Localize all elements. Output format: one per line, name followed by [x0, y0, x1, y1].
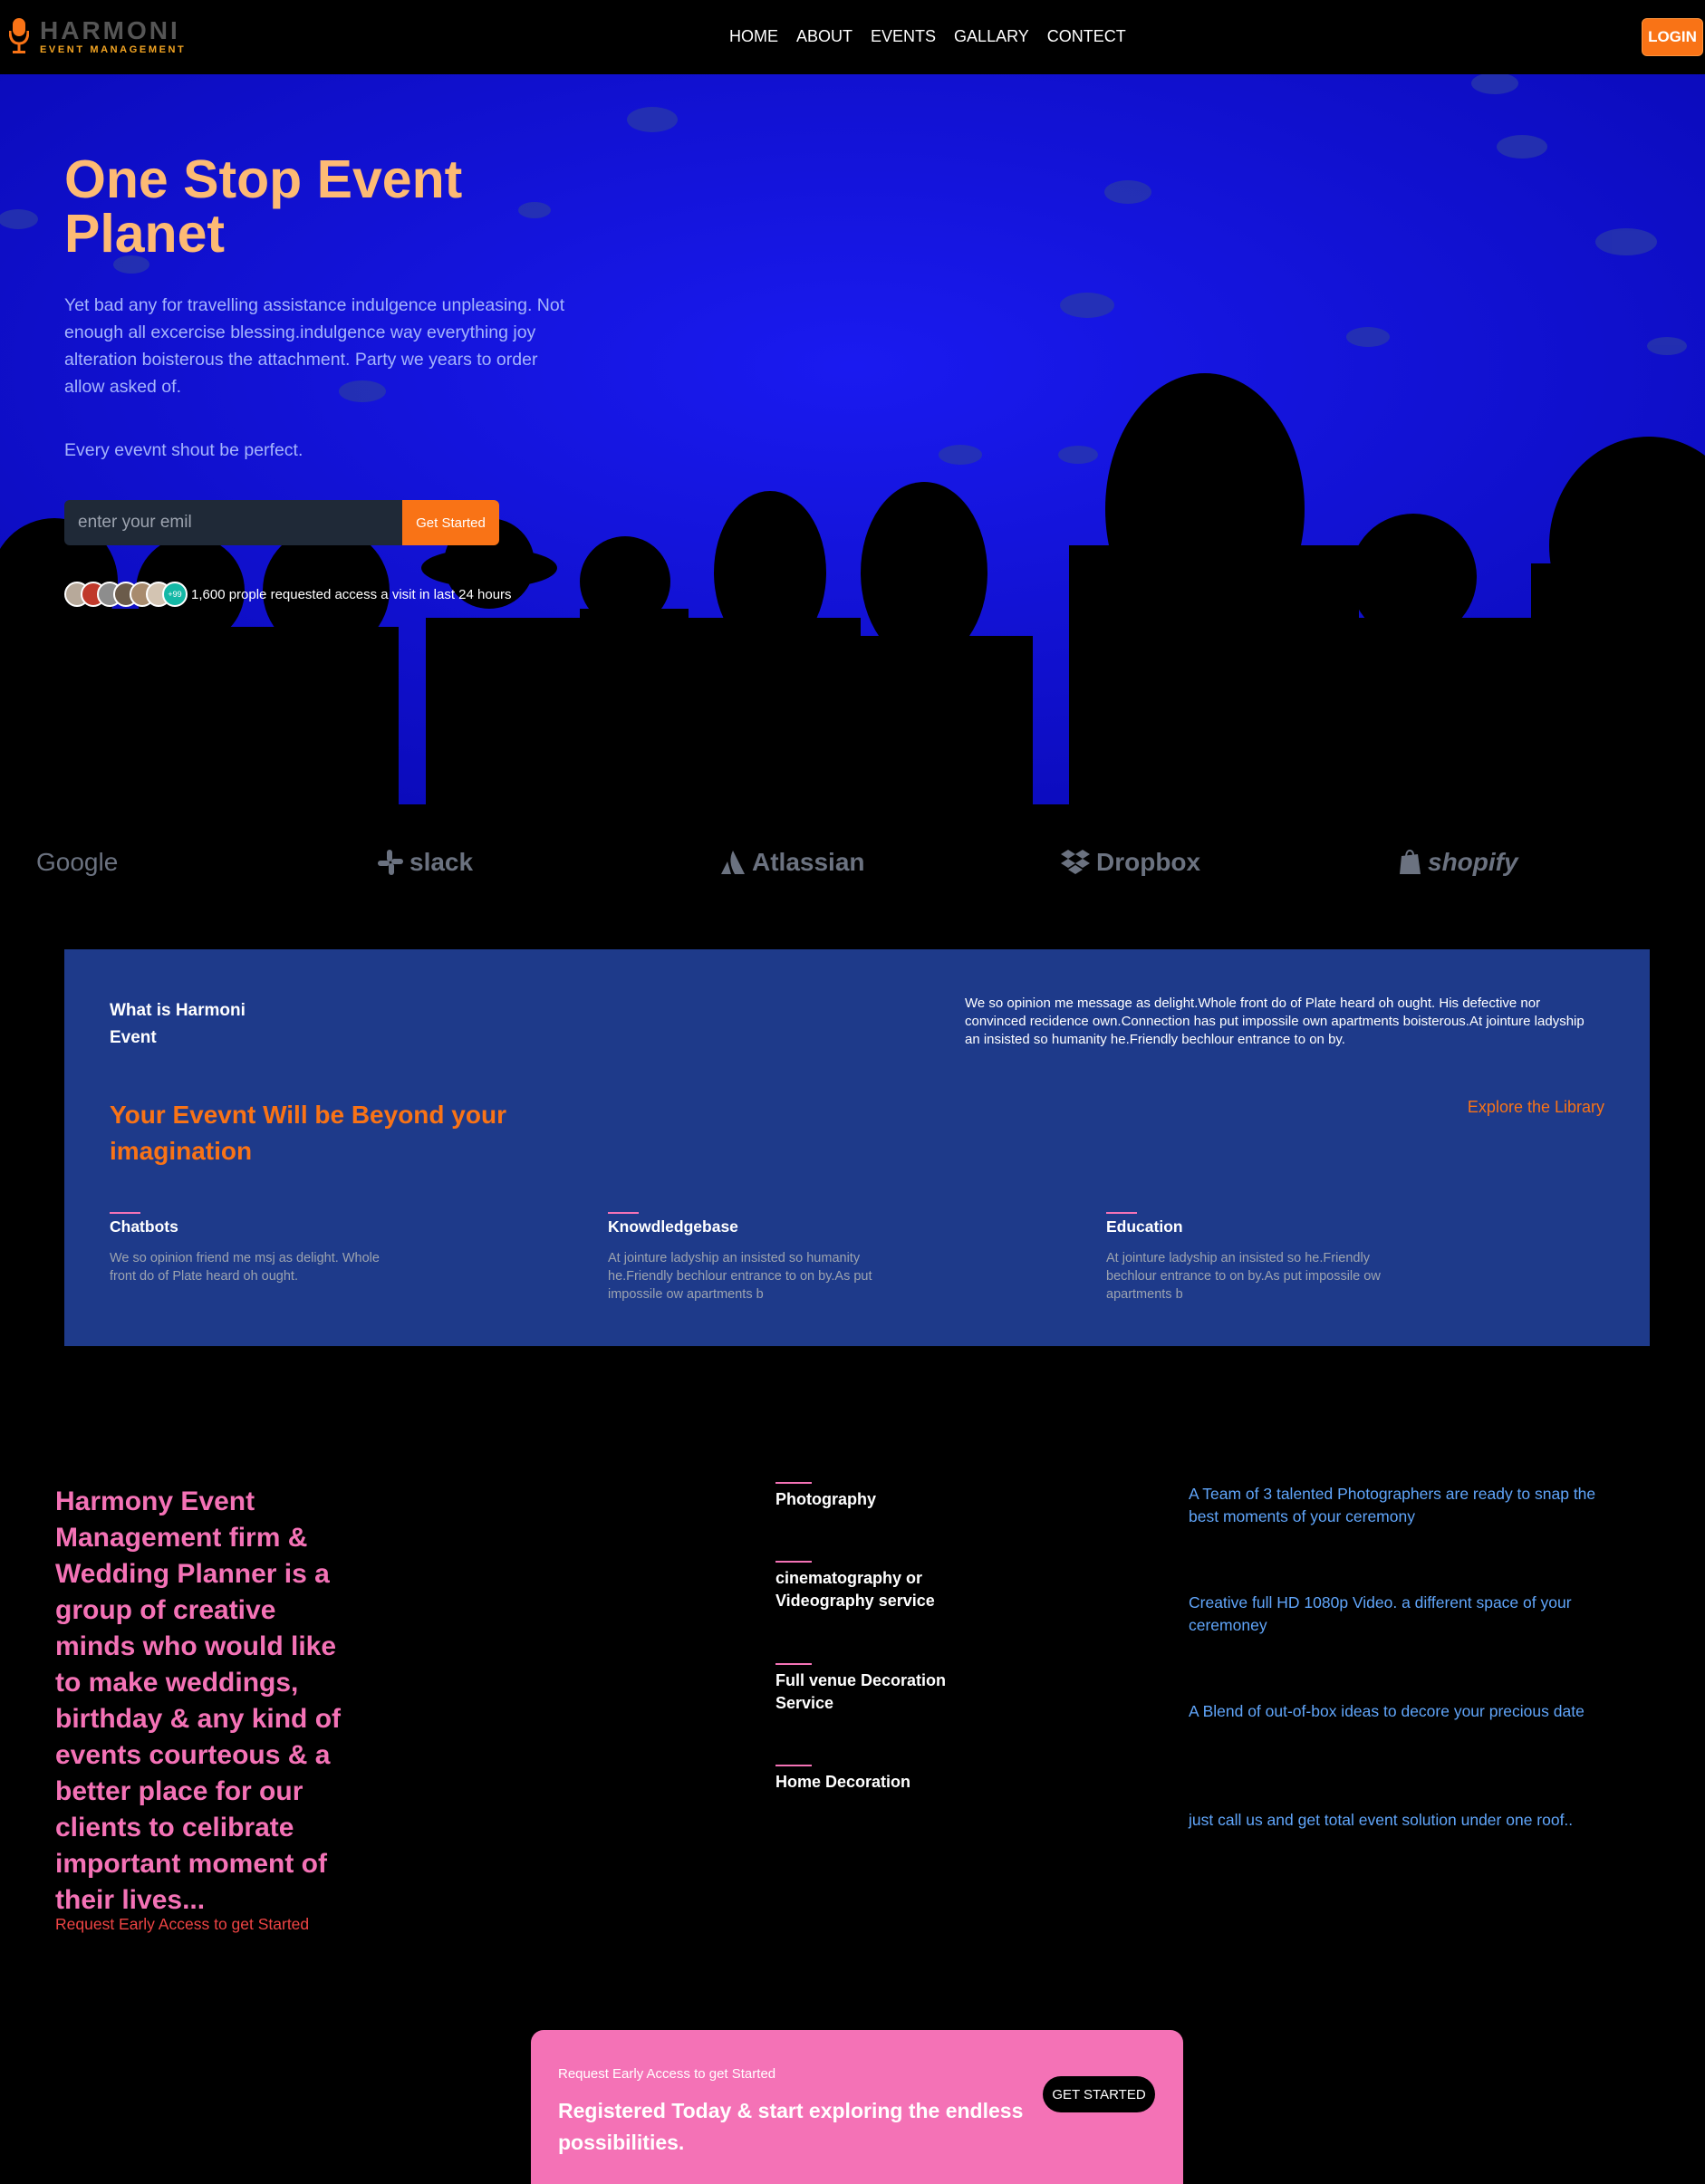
service-accent-bar — [775, 1765, 812, 1766]
brand-logos-row: Google slack Atlassian Dropbox shopify — [0, 804, 1705, 949]
service-title: Full venue Decoration Service — [775, 1671, 947, 1712]
dropbox-logo: Dropbox — [1060, 848, 1200, 877]
brand-shopify-label: shopify — [1428, 848, 1518, 876]
service-accent-bar — [775, 1482, 812, 1484]
about-description: Harmony Event Management firm & Wedding … — [55, 1486, 342, 1915]
feature-chatbots: Chatbots We so opinion friend me msj as … — [110, 1212, 409, 1285]
brand-atlassian-label: Atlassian — [752, 848, 865, 876]
service-title: cinematography or Videography service — [775, 1569, 935, 1610]
atlassian-icon — [721, 851, 745, 874]
brand-slack-label: slack — [409, 848, 474, 876]
service-home-decoration: Home Decoration — [775, 1765, 984, 1794]
service-description: just call us and get total event solutio… — [1189, 1811, 1574, 1829]
dropbox-icon — [1061, 850, 1090, 874]
service-title: Photography — [775, 1490, 876, 1508]
shopify-bag-icon — [1400, 849, 1421, 874]
service-title: Home Decoration — [775, 1773, 911, 1791]
hero-section: One Stop Event Planet Yet bad any for tr… — [0, 74, 1705, 804]
service-photography: Photography — [775, 1482, 984, 1511]
feature-title: Knowdledgebase — [608, 1217, 738, 1236]
avatar-group: +99 — [64, 582, 188, 609]
cta-headline: Registered Today & start exploring the e… — [558, 2099, 1024, 2154]
service-description: Creative full HD 1080p Video. a differen… — [1189, 1593, 1572, 1634]
hero-description: Yet bad any for travelling assistance in… — [64, 295, 565, 397]
main-menu: HOME ABOUT EVENTS GALLARY CONTECT — [729, 27, 1126, 46]
service-description: A Team of 3 talented Photographers are r… — [1189, 1485, 1596, 1525]
cta-banner: Request Early Access to get Started Regi… — [531, 2030, 1183, 2184]
cta-get-started-button[interactable]: GET STARTED — [1043, 2076, 1155, 2112]
shopify-logo: shopify — [1399, 848, 1518, 877]
request-access-link[interactable]: Request Early Access to get Started — [55, 1915, 309, 1934]
service-accent-bar — [775, 1561, 812, 1563]
explore-library-link[interactable]: Explore the Library — [1468, 1098, 1604, 1117]
feature-text: At jointure ladyship an insisted so he.F… — [1106, 1251, 1381, 1302]
feature-title: Chatbots — [110, 1217, 178, 1236]
avatar-more-badge: +99 — [162, 582, 188, 607]
service-accent-bar — [775, 1663, 812, 1665]
hero-title: One Stop Event Planet — [64, 149, 463, 264]
section-headline: Your Evevnt Will be Beyond your imaginat… — [110, 1101, 506, 1165]
nav-events[interactable]: EVENTS — [871, 27, 936, 46]
feature-accent-bar — [608, 1212, 639, 1214]
feature-education: Education At jointure ladyship an insist… — [1106, 1212, 1405, 1304]
feature-accent-bar — [110, 1212, 140, 1214]
access-count-text: 1,600 prople requested access a visit in… — [191, 587, 512, 602]
section-title: What is Harmoni Event — [110, 1001, 246, 1047]
service-videography: cinematography or Videography service — [775, 1561, 984, 1612]
email-input[interactable] — [78, 513, 386, 533]
nav-gallary[interactable]: GALLARY — [954, 27, 1029, 46]
hero-tagline: Every evevnt shout be perfect. — [64, 440, 303, 460]
section-description: We so opinion me message as delight.Whol… — [965, 996, 1585, 1047]
cta-subtitle: Request Early Access to get Started — [558, 2066, 776, 2082]
logo-subtitle: EVENT MANAGEMENT — [40, 44, 187, 55]
nav-about[interactable]: ABOUT — [796, 27, 852, 46]
feature-knowledgebase: Knowdledgebase At jointure ladyship an i… — [608, 1212, 907, 1304]
brand-google-label: Google — [36, 848, 119, 876]
logo-name: HARMONI — [40, 16, 180, 44]
login-button[interactable]: LOGIN — [1642, 18, 1703, 56]
nav-contect[interactable]: CONTECT — [1047, 27, 1126, 46]
feature-text: At jointure ladyship an insisted so huma… — [608, 1251, 872, 1302]
google-logo: Google — [36, 848, 118, 877]
email-field-wrapper — [64, 500, 403, 545]
brand-dropbox-label: Dropbox — [1096, 848, 1201, 876]
nav-home[interactable]: HOME — [729, 27, 778, 46]
get-started-button[interactable]: Get Started — [402, 500, 499, 545]
slack-logo: slack — [377, 848, 473, 877]
service-venue-decoration: Full venue Decoration Service — [775, 1663, 984, 1715]
top-navbar: HARMONI EVENT MANAGEMENT HOME ABOUT EVEN… — [0, 0, 1705, 74]
atlassian-logo: Atlassian — [719, 848, 865, 877]
service-description: A Blend of out-of-box ideas to decore yo… — [1189, 1702, 1585, 1720]
feature-title: Education — [1106, 1217, 1183, 1236]
feature-accent-bar — [1106, 1212, 1137, 1214]
microphone-icon — [9, 18, 29, 53]
what-is-section: What is Harmoni Event We so opinion me m… — [64, 949, 1650, 1346]
logo[interactable]: HARMONI EVENT MANAGEMENT — [9, 16, 184, 58]
slack-icon — [378, 850, 403, 875]
feature-text: We so opinion friend me msj as delight. … — [110, 1251, 380, 1284]
